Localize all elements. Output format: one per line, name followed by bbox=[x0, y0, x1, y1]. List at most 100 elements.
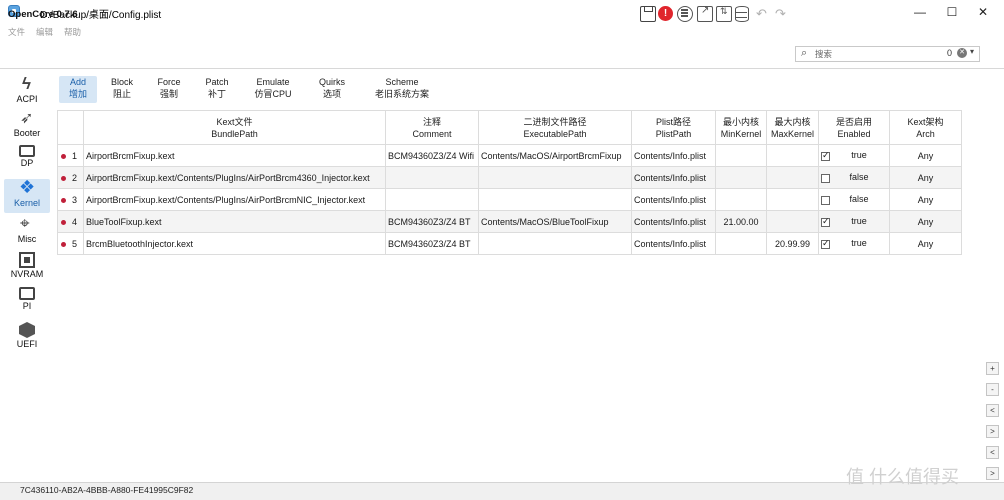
maxkernel-cell[interactable]: 20.99.99 bbox=[766, 232, 819, 255]
tab-force[interactable]: Force 强制 bbox=[150, 76, 188, 103]
move-down-button[interactable]: > bbox=[986, 425, 999, 438]
tab-label: Quirks bbox=[318, 77, 345, 87]
tab-block[interactable]: Block 阻止 bbox=[103, 76, 141, 103]
database-icon[interactable] bbox=[735, 6, 749, 22]
export-icon[interactable] bbox=[716, 6, 732, 22]
enabled-checkbox[interactable] bbox=[821, 216, 830, 227]
minkernel-cell[interactable] bbox=[715, 166, 767, 189]
paste-button[interactable]: > bbox=[986, 467, 999, 480]
chevron-down-icon[interactable]: ▾ bbox=[970, 47, 974, 56]
arch-cell[interactable]: Any bbox=[889, 232, 962, 255]
bundlepath-cell[interactable]: AirportBrcmFixup.kext/Contents/PlugIns/A… bbox=[83, 188, 386, 211]
arch-cell[interactable]: Any bbox=[889, 188, 962, 211]
sidebar-item-nvram[interactable]: NVRAM bbox=[4, 250, 50, 284]
sidebar-item-misc[interactable]: Misc bbox=[4, 214, 50, 249]
table-row[interactable]: 4 BlueToolFixup.kext BCM94360Z3/Z4 BT Co… bbox=[57, 210, 962, 233]
minimize-button[interactable]: — bbox=[905, 2, 935, 22]
tab-patch[interactable]: Patch 补丁 bbox=[198, 76, 236, 103]
menu-file[interactable]: 文件 bbox=[8, 26, 25, 38]
validate-icon[interactable] bbox=[677, 6, 693, 22]
minkernel-cell[interactable] bbox=[715, 188, 767, 211]
arch-cell[interactable]: Any bbox=[889, 144, 962, 167]
maximize-button[interactable]: ☐ bbox=[937, 2, 967, 22]
enabled-cell[interactable]: true bbox=[818, 232, 890, 255]
maxkernel-cell[interactable] bbox=[766, 188, 819, 211]
clear-icon[interactable]: ✕ bbox=[957, 48, 967, 58]
bundlepath-cell[interactable]: AirportBrcmFixup.kext bbox=[83, 144, 386, 167]
tab-add[interactable]: Add 增加 bbox=[59, 76, 97, 103]
column-header-index bbox=[57, 110, 84, 145]
table-row[interactable]: 2 AirportBrcmFixup.kext/Contents/PlugIns… bbox=[57, 166, 962, 189]
table-row[interactable]: 1 AirportBrcmFixup.kext BCM94360Z3/Z4 Wi… bbox=[57, 144, 962, 167]
close-button[interactable]: ✕ bbox=[968, 2, 998, 22]
enabled-checkbox[interactable] bbox=[821, 150, 830, 161]
undo-icon[interactable]: ↶ bbox=[756, 6, 772, 22]
enabled-cell[interactable]: true bbox=[818, 210, 890, 233]
comment-cell[interactable]: BCM94360Z3/Z4 Wifi bbox=[385, 144, 479, 167]
executablepath-cell[interactable] bbox=[478, 232, 632, 255]
plistpath-cell[interactable]: Contents/Info.plist bbox=[631, 232, 716, 255]
enabled-cell[interactable]: false bbox=[818, 166, 890, 189]
table-row[interactable]: 3 AirportBrcmFixup.kext/Contents/PlugIns… bbox=[57, 188, 962, 211]
column-header-minkernel[interactable]: 最小内核 MinKernel bbox=[715, 110, 767, 145]
bundlepath-cell[interactable]: AirportBrcmFixup.kext/Contents/PlugIns/A… bbox=[83, 166, 386, 189]
plistpath-cell[interactable]: Contents/Info.plist bbox=[631, 210, 716, 233]
executablepath-cell[interactable]: Contents/MacOS/AirportBrcmFixup bbox=[478, 144, 632, 167]
maxkernel-cell[interactable] bbox=[766, 166, 819, 189]
sidebar-item-uefi[interactable]: UEFI bbox=[4, 320, 50, 354]
menu-edit[interactable]: 编辑 bbox=[36, 26, 53, 38]
tab-quirks[interactable]: Quirks 选项 bbox=[312, 76, 352, 103]
enabled-checkbox[interactable] bbox=[821, 195, 830, 205]
column-header-comment[interactable]: 注释 Comment bbox=[385, 110, 479, 145]
table-row[interactable]: 5 BrcmBluetoothInjector.kext BCM94360Z3/… bbox=[57, 232, 962, 255]
remove-row-button[interactable]: - bbox=[986, 383, 999, 396]
executablepath-cell[interactable] bbox=[478, 166, 632, 189]
sidebar-item-acpi[interactable]: ACPI bbox=[4, 74, 50, 109]
arch-cell[interactable]: Any bbox=[889, 210, 962, 233]
executablepath-cell[interactable]: Contents/MacOS/BlueToolFixup bbox=[478, 210, 632, 233]
move-up-button[interactable]: < bbox=[986, 404, 999, 417]
maxkernel-cell[interactable] bbox=[766, 144, 819, 167]
share-icon[interactable] bbox=[697, 5, 713, 22]
plistpath-cell[interactable]: Contents/Info.plist bbox=[631, 166, 716, 189]
copy-button[interactable]: < bbox=[986, 446, 999, 459]
column-header-maxkernel[interactable]: 最大内核 MaxKernel bbox=[766, 110, 819, 145]
enabled-cell[interactable]: false bbox=[818, 188, 890, 211]
sidebar-item-label: Misc bbox=[17, 234, 37, 244]
column-header-bundlepath[interactable]: Kext文件 BundlePath bbox=[83, 110, 386, 145]
maxkernel-cell[interactable] bbox=[766, 210, 819, 233]
bundlepath-cell[interactable]: BlueToolFixup.kext bbox=[83, 210, 386, 233]
bundlepath-cell[interactable]: BrcmBluetoothInjector.kext bbox=[83, 232, 386, 255]
redo-icon[interactable]: ↷ bbox=[775, 6, 791, 22]
search-input[interactable] bbox=[815, 48, 935, 60]
comment-cell[interactable] bbox=[385, 166, 479, 189]
comment-cell[interactable] bbox=[385, 188, 479, 211]
enabled-cell[interactable]: true bbox=[818, 144, 890, 167]
sidebar-item-booter[interactable]: Booter bbox=[4, 108, 50, 143]
minkernel-cell[interactable] bbox=[715, 144, 767, 167]
column-header-executablepath[interactable]: 二进制文件路径 ExecutablePath bbox=[478, 110, 632, 145]
enabled-checkbox[interactable] bbox=[821, 238, 830, 249]
add-row-button[interactable]: + bbox=[986, 362, 999, 375]
tab-emulate[interactable]: Emulate 仿冒CPU bbox=[249, 76, 297, 103]
column-header-enabled[interactable]: 是否启用 Enabled bbox=[818, 110, 890, 145]
plistpath-cell[interactable]: Contents/Info.plist bbox=[631, 188, 716, 211]
sidebar-item-label: NVRAM bbox=[10, 269, 44, 279]
arch-cell[interactable]: Any bbox=[889, 166, 962, 189]
menu-help[interactable]: 帮助 bbox=[64, 26, 81, 38]
minkernel-cell[interactable] bbox=[715, 232, 767, 255]
sidebar-item-dp[interactable]: DP bbox=[4, 143, 50, 177]
comment-cell[interactable]: BCM94360Z3/Z4 BT bbox=[385, 232, 479, 255]
tab-scheme[interactable]: Scheme 老旧系统方案 bbox=[372, 76, 432, 103]
save-icon[interactable] bbox=[640, 6, 656, 22]
plistpath-cell[interactable]: Contents/Info.plist bbox=[631, 144, 716, 167]
error-icon[interactable]: ! bbox=[658, 6, 673, 21]
minkernel-cell[interactable]: 21.00.00 bbox=[715, 210, 767, 233]
column-header-plistpath[interactable]: Plist路径 PlistPath bbox=[631, 110, 716, 145]
sidebar-item-pi[interactable]: PI bbox=[4, 285, 50, 319]
executablepath-cell[interactable] bbox=[478, 188, 632, 211]
sidebar-item-kernel[interactable]: Kernel bbox=[4, 177, 50, 213]
enabled-checkbox[interactable] bbox=[821, 173, 830, 183]
comment-cell[interactable]: BCM94360Z3/Z4 BT bbox=[385, 210, 479, 233]
column-header-arch[interactable]: Kext架构 Arch bbox=[889, 110, 962, 145]
